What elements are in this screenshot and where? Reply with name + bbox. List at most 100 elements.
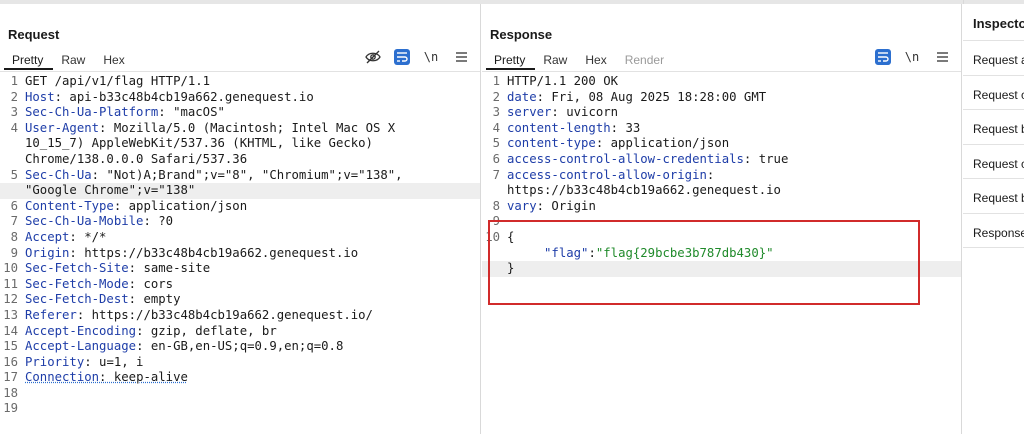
line-text: Referer: https://b33c48b4cb19a662.genequ… xyxy=(25,308,373,324)
header-name: Host xyxy=(25,89,55,104)
line-segment: : ?0 xyxy=(143,214,174,229)
code-line[interactable]: 14 Accept-Encoding: gzip, deflate, br xyxy=(0,324,480,340)
line-text: Content-Type: application/json xyxy=(25,199,247,215)
line-number: 11 xyxy=(3,276,18,291)
code-line[interactable]: "flag":"flag{29bcbe3b787db430}" xyxy=(482,246,961,262)
code-line[interactable]: 15 Accept-Language: en-GB,en-US;q=0.9,en;… xyxy=(0,339,480,355)
line-text: { xyxy=(507,230,514,246)
inspector-panel: Inspecto Request a Request c Request b Requ… xyxy=(963,4,1024,434)
inspector-item[interactable]: Request c xyxy=(963,76,1024,110)
line-segment: GET /api/v1/flag HTTP/1.1 xyxy=(25,74,211,88)
code-line[interactable]: 10_15_7) AppleWebKit/537.36 (KHTML, like… xyxy=(0,136,480,152)
code-line[interactable]: 5 content-type: application/json xyxy=(482,136,961,152)
code-line[interactable]: 16 Priority: u=1, i xyxy=(0,355,480,371)
line-segment: : empty xyxy=(128,292,181,307)
header-name: Connection xyxy=(25,370,100,385)
line-number: 15 xyxy=(3,339,18,354)
code-line[interactable]: 9 xyxy=(482,214,961,230)
hide-eye-icon[interactable] xyxy=(364,48,382,66)
newline-toggle[interactable]: \n xyxy=(422,48,440,66)
code-line[interactable]: Chrome/138.0.0.0 Safari/537.36 xyxy=(0,152,480,168)
line-number: 6 xyxy=(492,151,500,166)
inspector-item[interactable]: Request a xyxy=(963,41,1024,76)
line-segment: HTTP/1.1 200 OK xyxy=(507,74,619,88)
code-line[interactable]: 4 content-length: 33 xyxy=(482,121,961,137)
line-text: "Google Chrome";v="138" xyxy=(25,183,195,199)
code-line[interactable]: 8 Accept: */* xyxy=(0,230,480,246)
request-editor[interactable]: 1 GET /api/v1/flag HTTP/1.1 2 Host: api-b33… xyxy=(0,74,480,434)
code-line[interactable]: 1 GET /api/v1/flag HTTP/1.1 xyxy=(0,74,480,90)
inspector-item[interactable]: Request b xyxy=(963,179,1024,214)
code-line[interactable]: 4 User-Agent: Mozilla/5.0 (Macintosh; Int… xyxy=(0,121,480,137)
tab-pretty[interactable]: Pretty xyxy=(486,50,536,70)
header-name: Referer xyxy=(25,307,77,322)
line-number: 1 xyxy=(492,74,500,88)
code-line[interactable]: 9 Origin: https://b33c48b4cb19a662.genequ… xyxy=(0,246,480,262)
response-panel: Response Pretty Raw Hex Render \n 1 HTTP/… xyxy=(482,4,962,434)
code-line[interactable]: 3 server: uvicorn xyxy=(482,105,961,121)
line-number: 17 xyxy=(3,370,18,385)
line-segment: } xyxy=(507,261,515,276)
line-number: 2 xyxy=(492,89,500,104)
inspector-item[interactable]: Request b xyxy=(963,110,1024,145)
inspector-item[interactable]: Response xyxy=(963,214,1024,248)
line-segment: : same-site xyxy=(128,261,211,276)
line-segment: { xyxy=(507,229,515,244)
tab-raw[interactable]: Raw xyxy=(53,50,95,70)
header-name: Sec-Fetch-Dest xyxy=(25,292,129,307)
newline-toggle[interactable]: \n xyxy=(903,48,921,66)
tab-render[interactable]: Render xyxy=(617,50,674,70)
tab-pretty[interactable]: Pretty xyxy=(4,50,54,70)
code-line[interactable]: 13 Referer: https://b33c48b4cb19a662.gene… xyxy=(0,308,480,324)
code-line[interactable]: 17 Connection: keep-alive xyxy=(0,370,480,386)
menu-icon[interactable] xyxy=(452,48,470,66)
line-number: 8 xyxy=(492,198,500,213)
line-text: Chrome/138.0.0.0 Safari/537.36 xyxy=(25,152,247,168)
code-line[interactable]: 6 Content-Type: application/json xyxy=(0,199,480,215)
line-text: HTTP/1.1 200 OK xyxy=(507,74,618,90)
tab-hex[interactable]: Hex xyxy=(95,50,134,70)
line-segment: "Google Chrome";v="138" xyxy=(25,183,196,198)
menu-icon[interactable] xyxy=(933,48,951,66)
code-line[interactable]: 5 Sec-Ch-Ua: "Not)A;Brand";v="8", "Chromi… xyxy=(0,168,480,184)
code-line[interactable]: 2 Host: api-b33c48b4cb19a662.genequest.io xyxy=(0,90,480,106)
code-line[interactable]: 12 Sec-Fetch-Dest: empty xyxy=(0,292,480,308)
inspector-item[interactable]: Request c xyxy=(963,145,1024,179)
code-line[interactable]: 6 access-control-allow-credentials: true xyxy=(482,152,961,168)
code-line[interactable]: "Google Chrome";v="138" xyxy=(0,183,480,199)
code-line[interactable]: } xyxy=(482,261,961,277)
line-segment xyxy=(507,246,544,260)
code-line[interactable]: 18 xyxy=(0,386,480,402)
line-text: access-control-allow-origin: xyxy=(507,168,714,184)
response-editor[interactable]: 1 HTTP/1.1 200 OK 2 date: Fri, 08 Aug 2025 … xyxy=(482,74,961,434)
line-text: vary: Origin xyxy=(507,199,596,215)
code-line[interactable]: 19 xyxy=(0,401,480,417)
line-segment: : keep-alive xyxy=(99,370,188,385)
tab-raw[interactable]: Raw xyxy=(535,50,577,70)
line-segment: : https://b33c48b4cb19a662.genequest.io xyxy=(69,245,359,260)
line-text: 10_15_7) AppleWebKit/537.36 (KHTML, like… xyxy=(25,136,373,152)
line-number: 10 xyxy=(3,261,18,276)
code-line[interactable]: 8 vary: Origin xyxy=(482,199,961,215)
code-line[interactable]: 7 access-control-allow-origin: xyxy=(482,168,961,184)
code-line[interactable]: 11 Sec-Fetch-Mode: cors xyxy=(0,277,480,293)
line-segment: : Fri, 08 Aug 2025 18:28:00 GMT xyxy=(536,89,767,104)
line-segment: : xyxy=(706,167,715,182)
code-line[interactable]: 10 Sec-Fetch-Site: same-site xyxy=(0,261,480,277)
code-line[interactable]: 2 date: Fri, 08 Aug 2025 18:28:00 GMT xyxy=(482,90,961,106)
line-number: 4 xyxy=(492,120,500,135)
word-wrap-icon[interactable] xyxy=(394,49,410,65)
code-line[interactable]: 10 { xyxy=(482,230,961,246)
line-text: Accept-Encoding: gzip, deflate, br xyxy=(25,324,277,340)
line-number: 19 xyxy=(3,401,18,416)
word-wrap-icon[interactable] xyxy=(875,49,891,65)
code-line[interactable]: 7 Sec-Ch-Ua-Mobile: ?0 xyxy=(0,214,480,230)
header-name: User-Agent xyxy=(25,120,100,135)
line-segment: : "macOS" xyxy=(158,105,225,120)
tab-hex[interactable]: Hex xyxy=(577,50,616,70)
code-line[interactable]: https://b33c48b4cb19a662.genequest.io xyxy=(482,183,961,199)
header-name: Sec-Ch-Ua xyxy=(25,167,92,182)
code-line[interactable]: 1 HTTP/1.1 200 OK xyxy=(482,74,961,90)
line-text: Host: api-b33c48b4cb19a662.genequest.io xyxy=(25,90,314,106)
code-line[interactable]: 3 Sec-Ch-Ua-Platform: "macOS" xyxy=(0,105,480,121)
